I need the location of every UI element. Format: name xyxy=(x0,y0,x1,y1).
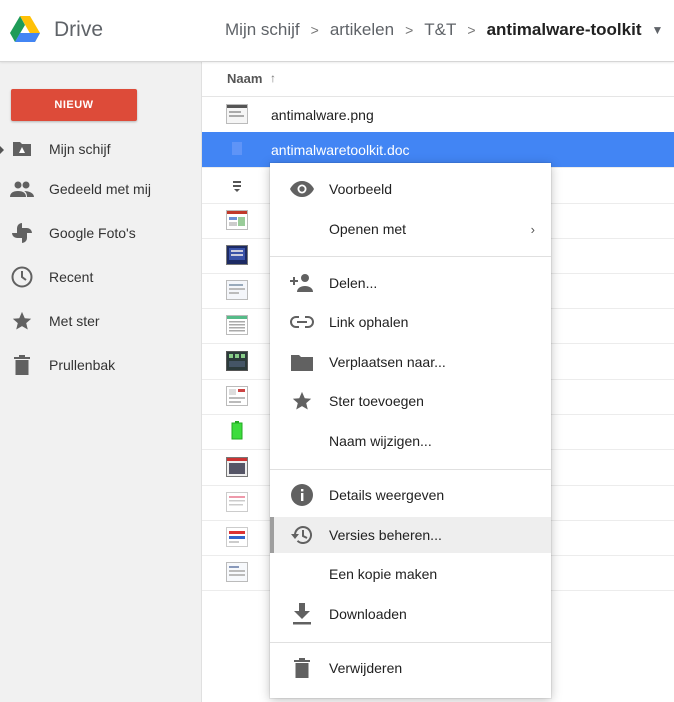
sidebar-item-label: Gedeeld met mij xyxy=(49,181,151,197)
menu-item-label: Ster toevoegen xyxy=(329,393,424,409)
image-thumbnail-icon xyxy=(226,315,248,335)
sidebar: NIEUW Mijn schijf Gedeeld met mij Google… xyxy=(0,62,201,702)
download-icon xyxy=(290,602,314,626)
menu-item-download[interactable]: Downloaden xyxy=(270,596,551,632)
eye-icon xyxy=(290,177,314,201)
table-row[interactable]: antimalware.png xyxy=(202,97,674,133)
menu-item-label: Link ophalen xyxy=(329,314,409,330)
column-name-label[interactable]: Naam xyxy=(227,71,262,86)
context-menu: Voorbeeld Openen met › Delen... Link oph… xyxy=(270,163,551,698)
image-thumbnail-icon xyxy=(226,562,248,582)
menu-item-details[interactable]: Details weergeven xyxy=(270,477,551,513)
chevron-down-icon[interactable]: ▼ xyxy=(651,23,663,37)
pinwheel-icon xyxy=(10,221,34,245)
menu-item-preview[interactable]: Voorbeeld xyxy=(270,171,551,207)
menu-item-label: Downloaden xyxy=(329,606,407,622)
sidebar-item-recent[interactable]: Recent xyxy=(0,261,201,293)
breadcrumb-separator: > xyxy=(310,22,319,38)
folder-icon xyxy=(290,350,314,374)
breadcrumb-current-folder[interactable]: antimalware-toolkit xyxy=(487,20,642,40)
menu-item-label: Openen met xyxy=(329,221,407,237)
breadcrumb-artikelen[interactable]: artikelen xyxy=(330,20,394,40)
link-icon xyxy=(290,310,314,334)
chevron-right-icon: › xyxy=(530,221,535,237)
breadcrumb-separator: > xyxy=(467,22,476,38)
file-name: antimalware.png xyxy=(271,107,374,123)
add-person-icon xyxy=(290,271,314,295)
menu-item-share[interactable]: Delen... xyxy=(270,265,551,301)
star-icon xyxy=(290,389,314,413)
breadcrumb-tt[interactable]: T&T xyxy=(424,20,456,40)
clock-icon xyxy=(10,265,34,289)
people-icon xyxy=(10,177,34,201)
menu-item-open-with[interactable]: Openen met › xyxy=(270,211,551,247)
drive-logo-icon[interactable] xyxy=(10,16,40,43)
sidebar-item-trash[interactable]: Prullenbak xyxy=(0,349,201,381)
breadcrumb-separator: > xyxy=(405,22,414,38)
menu-item-label: Verwijderen xyxy=(329,660,403,676)
sidebar-item-label: Prullenbak xyxy=(49,357,116,373)
breadcrumb: Mijn schijf > artikelen > T&T > antimalw… xyxy=(225,20,663,40)
menu-item-manage-versions[interactable]: Versies beheren... xyxy=(270,517,551,553)
sort-arrow-icon[interactable]: ↑ xyxy=(270,71,276,85)
new-button[interactable]: NIEUW xyxy=(11,89,137,121)
image-thumbnail-icon xyxy=(226,280,248,300)
sidebar-item-starred[interactable]: Met ster xyxy=(0,305,201,337)
trash-icon xyxy=(290,656,314,680)
menu-item-label: Versies beheren... xyxy=(329,527,442,543)
menu-divider xyxy=(270,469,551,470)
breadcrumb-my-drive[interactable]: Mijn schijf xyxy=(225,20,300,40)
menu-item-make-copy[interactable]: Een kopie maken xyxy=(270,556,551,592)
sidebar-item-my-drive[interactable]: Mijn schijf xyxy=(0,133,201,165)
menu-item-label: Details weergeven xyxy=(329,487,445,503)
menu-item-label: Naam wijzigen... xyxy=(329,433,432,449)
image-thumbnail-icon xyxy=(226,421,248,441)
menu-item-move-to[interactable]: Verplaatsen naar... xyxy=(270,344,551,380)
sidebar-item-label: Met ster xyxy=(49,313,100,329)
menu-item-delete[interactable]: Verwijderen xyxy=(270,650,551,686)
sidebar-item-label: Google Foto's xyxy=(49,225,136,241)
history-icon xyxy=(290,523,314,547)
menu-item-rename[interactable]: Naam wijzigen... xyxy=(270,423,551,459)
text-file-icon xyxy=(226,175,248,195)
menu-item-add-star[interactable]: Ster toevoegen xyxy=(270,383,551,419)
sidebar-item-google-photos[interactable]: Google Foto's xyxy=(0,217,201,249)
image-thumbnail-icon xyxy=(226,457,248,477)
file-name: antimalwaretoolkit.doc xyxy=(271,142,410,158)
image-thumbnail-icon xyxy=(226,104,248,124)
sidebar-item-label: Mijn schijf xyxy=(49,141,111,157)
image-thumbnail-icon xyxy=(226,386,248,406)
star-icon xyxy=(10,309,34,333)
menu-item-label: Voorbeeld xyxy=(329,181,393,197)
menu-divider xyxy=(270,256,551,257)
app-title[interactable]: Drive xyxy=(54,18,103,42)
image-thumbnail-icon xyxy=(226,351,248,371)
top-bar: Drive Mijn schijf > artikelen > T&T > an… xyxy=(0,0,674,62)
image-thumbnail-icon xyxy=(226,210,248,230)
image-thumbnail-icon xyxy=(226,245,248,265)
menu-divider xyxy=(270,642,551,643)
menu-item-get-link[interactable]: Link ophalen xyxy=(270,304,551,340)
info-icon xyxy=(290,483,314,507)
menu-item-label: Verplaatsen naar... xyxy=(329,354,446,370)
menu-item-label: Een kopie maken xyxy=(329,566,438,582)
menu-item-label: Delen... xyxy=(329,275,378,291)
image-thumbnail-icon xyxy=(226,492,248,512)
column-header[interactable]: Naam ↑ xyxy=(202,62,674,97)
drive-folder-icon xyxy=(10,137,34,161)
sidebar-item-shared[interactable]: Gedeeld met mij xyxy=(0,173,201,205)
trash-icon xyxy=(10,353,34,377)
doc-file-icon xyxy=(226,139,248,159)
image-thumbnail-icon xyxy=(226,527,248,547)
sidebar-item-label: Recent xyxy=(49,269,94,285)
